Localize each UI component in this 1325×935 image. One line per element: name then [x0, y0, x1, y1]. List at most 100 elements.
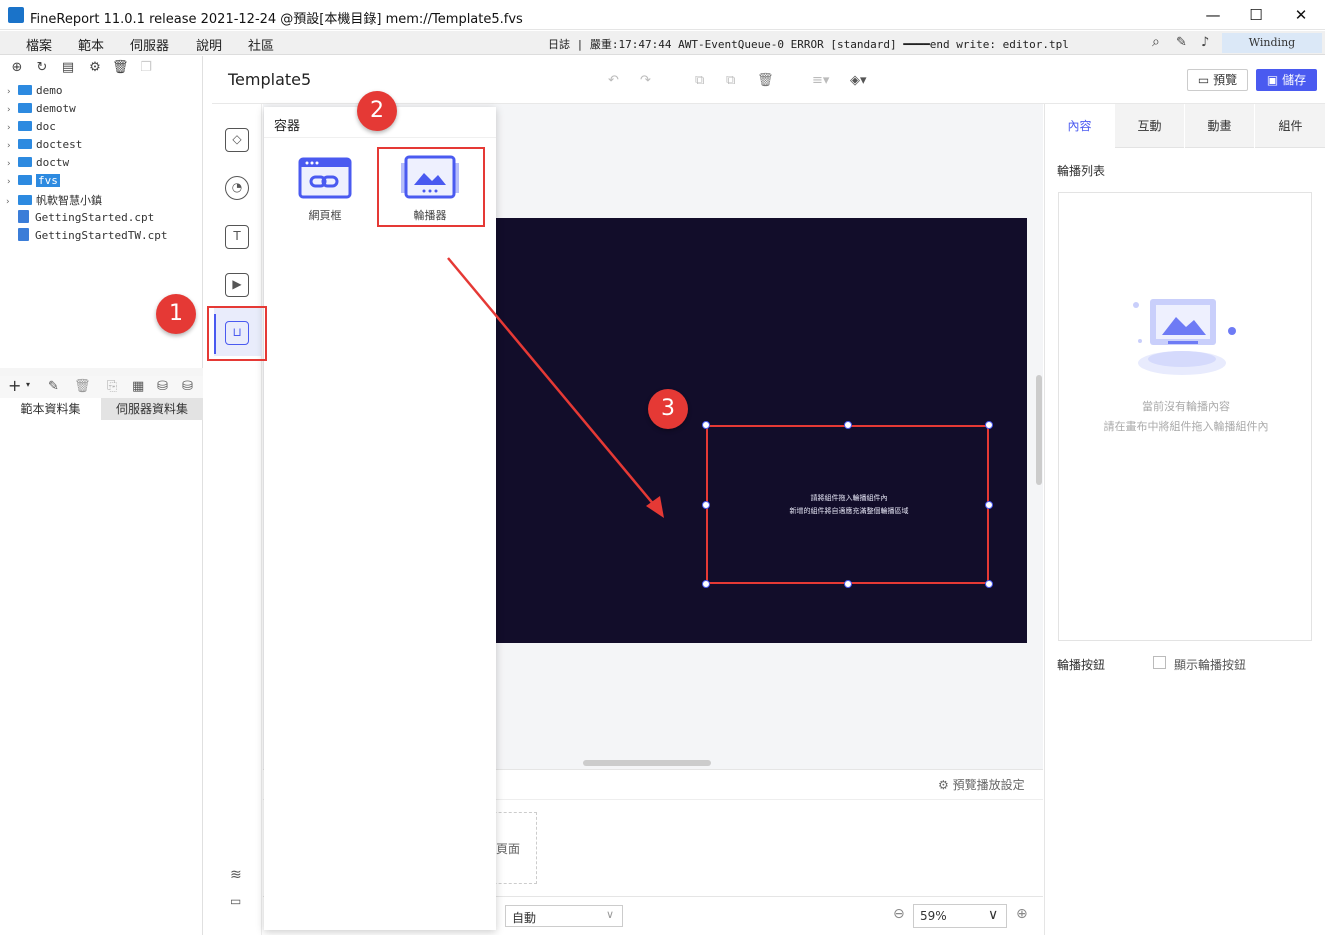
copy-icon[interactable]: ❐: [138, 60, 154, 76]
text-icon[interactable]: T: [225, 225, 249, 249]
menu-file[interactable]: 檔案: [26, 35, 52, 54]
resize-handle[interactable]: [844, 421, 852, 429]
copy-icon[interactable]: ⧉: [695, 73, 704, 88]
highlight-box-container-category: [207, 306, 267, 361]
resize-handle[interactable]: [985, 580, 993, 588]
tree-item[interactable]: › demotw: [6, 102, 76, 120]
iframe-label: 網頁框: [308, 209, 342, 222]
chart-icon[interactable]: ◔: [225, 176, 249, 200]
dataset-icon[interactable]: ▦: [132, 379, 144, 394]
search-icon[interactable]: ⌕: [1152, 34, 1160, 50]
title-bar: FineReport 11.0.1 release 2021-12-24 @預設…: [0, 0, 1325, 30]
chevron-down-icon: ∨: [606, 908, 615, 921]
delete-icon[interactable]: 🗑: [112, 60, 129, 76]
edit-icon[interactable]: ✎: [48, 379, 59, 394]
resize-handle[interactable]: [702, 501, 710, 509]
tree-item[interactable]: › 帆軟智慧小鎮: [6, 192, 102, 210]
dataset-tabs: 範本資料集 伺服器資料集: [0, 398, 203, 420]
preview-settings-link[interactable]: ⚙ 預覽播放設定: [938, 776, 1025, 793]
undo-icon[interactable]: ↶: [608, 73, 619, 88]
file-icon: [18, 228, 29, 241]
iframe-component[interactable]: 網頁框: [280, 151, 370, 222]
resize-handle[interactable]: [702, 421, 710, 429]
cube-icon[interactable]: ◇: [225, 128, 249, 152]
tab-content[interactable]: 內容: [1045, 104, 1114, 148]
layers-icon[interactable]: ≋: [230, 867, 242, 883]
save-icon: ▣: [1266, 73, 1283, 87]
folder-icon: [18, 103, 32, 113]
divider: [264, 137, 496, 138]
folder-icon: [18, 195, 32, 205]
popup-title: 容器: [274, 119, 301, 134]
folder-icon: [18, 85, 32, 95]
resize-handle[interactable]: [985, 501, 993, 509]
template-info-icon[interactable]: ▤: [60, 60, 76, 76]
menu-community[interactable]: 社區: [248, 35, 274, 54]
settings-icon[interactable]: ⚙: [87, 60, 103, 76]
add-icon[interactable]: +: [8, 376, 21, 395]
resize-handle[interactable]: [844, 580, 852, 588]
annotation-badge-2: 2: [357, 91, 397, 131]
tree-item[interactable]: GettingStartedTW.cpt: [6, 228, 167, 246]
zoom-in-icon[interactable]: ⊕: [1016, 906, 1028, 922]
video-icon[interactable]: ▶: [225, 273, 249, 297]
panel-splitter[interactable]: [0, 368, 203, 376]
log-message[interactable]: 日誌 | 嚴重:17:47:44 AWT-EventQueue-0 ERROR …: [548, 36, 1069, 52]
database-icon[interactable]: ⛁: [157, 379, 168, 394]
tab-animation[interactable]: 動畫: [1185, 104, 1254, 148]
tree-item-selected[interactable]: › fvs: [6, 174, 60, 192]
gear-icon: ⚙: [938, 778, 953, 792]
carousel-list-box: 當前沒有輪播內容 請在畫布中將組件拖入輪播組件內: [1058, 192, 1312, 641]
menu-server[interactable]: 伺服器: [130, 35, 169, 54]
horizontal-scrollbar[interactable]: [583, 760, 711, 766]
layer-icon[interactable]: ◈▾: [850, 73, 867, 88]
folder-icon: [18, 121, 32, 131]
tree-item[interactable]: › demo: [6, 84, 63, 102]
tab-component[interactable]: 組件: [1255, 104, 1325, 148]
new-folder-icon[interactable]: ⊕: [9, 60, 25, 76]
maximize-icon[interactable]: ☐: [1247, 6, 1265, 24]
minimize-icon[interactable]: —: [1204, 6, 1222, 24]
edit-doc-icon[interactable]: ✎: [1176, 35, 1187, 50]
zoom-out-icon[interactable]: ⊖: [893, 906, 905, 922]
resize-handle[interactable]: [702, 580, 710, 588]
winding-label[interactable]: Winding: [1222, 33, 1322, 53]
delete-icon[interactable]: 🗑: [757, 73, 774, 88]
preview-data-icon[interactable]: ⎘: [107, 379, 117, 394]
web-frame-icon: [298, 157, 352, 199]
menu-bar: 檔案 範本 伺服器 說明 社區 日誌 | 嚴重:17:47:44 AWT-Eve…: [0, 31, 1325, 55]
database-settings-icon[interactable]: ⛁: [182, 379, 193, 394]
tree-item[interactable]: GettingStarted.cpt: [6, 210, 154, 228]
auto-select[interactable]: 自動 ∨: [505, 905, 623, 927]
bell-icon[interactable]: ♪: [1201, 35, 1209, 50]
paste-icon[interactable]: ⧉: [726, 73, 735, 88]
highlight-box-carousel: [706, 425, 989, 584]
keyboard-icon[interactable]: ▭: [230, 894, 241, 908]
tree-item[interactable]: › doctest: [6, 138, 82, 156]
zoom-select[interactable]: 59% ∨: [913, 904, 1007, 928]
app-logo-icon: [8, 7, 24, 23]
align-icon[interactable]: ≡▾: [812, 73, 829, 88]
refresh-icon[interactable]: ↻: [34, 60, 50, 76]
tree-item[interactable]: › doc: [6, 120, 56, 138]
zoom-value: 59%: [920, 909, 947, 923]
save-button[interactable]: ▣ 儲存: [1256, 69, 1317, 91]
component-category-bar: ◇ ◔ T ▶ ⊔ ≋ ▭: [212, 104, 262, 935]
vertical-scrollbar[interactable]: [1036, 375, 1042, 485]
tab-template-dataset[interactable]: 範本資料集: [0, 398, 101, 420]
redo-icon[interactable]: ↷: [640, 73, 651, 88]
delete-icon[interactable]: 🗑: [74, 379, 91, 394]
show-buttons-checkbox[interactable]: [1153, 656, 1166, 669]
tree-item[interactable]: › doctw: [6, 156, 69, 174]
empty-carousel-illustration: [1133, 299, 1236, 375]
tab-interaction[interactable]: 互動: [1115, 104, 1184, 148]
chevron-down-icon[interactable]: ▾: [26, 380, 30, 389]
monitor-icon: ▭: [1197, 73, 1214, 87]
preview-button[interactable]: ▭ 預覽: [1187, 69, 1248, 91]
menu-help[interactable]: 說明: [196, 35, 222, 54]
tab-server-dataset[interactable]: 伺服器資料集: [101, 398, 203, 420]
close-icon[interactable]: ✕: [1292, 6, 1310, 24]
menu-template[interactable]: 範本: [78, 35, 104, 54]
resize-handle[interactable]: [985, 421, 993, 429]
right-property-panel: 內容 互動 動畫 組件 輪播列表 當前沒有輪播內容 請在畫布中將組件拖入輪播組件…: [1044, 104, 1325, 935]
